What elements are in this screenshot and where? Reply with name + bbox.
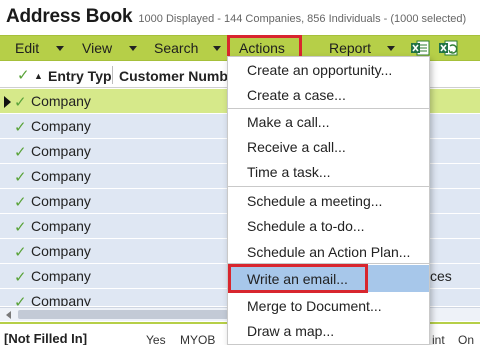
checkmark-icon[interactable]: ✓ <box>14 168 27 186</box>
menu-item-create-case[interactable]: Create a case... <box>228 82 429 107</box>
entry-type-cell: Company <box>31 293 91 307</box>
checkmark-icon[interactable]: ✓ <box>14 118 27 136</box>
checkmark-icon[interactable]: ✓ <box>14 93 27 111</box>
chevron-down-icon <box>387 45 396 51</box>
menu-divider <box>228 186 429 187</box>
window-title: Address Book <box>6 6 133 27</box>
actions-menu-label: Actions <box>239 40 285 56</box>
entry-type-cell: Company <box>31 243 91 259</box>
detail-value-c: int <box>432 333 445 345</box>
column-header-customer-number[interactable]: Customer Numbe <box>119 68 236 84</box>
checkmark-icon[interactable]: ✓ <box>14 293 27 306</box>
not-filled-in-label: [Not Filled In] <box>4 331 88 345</box>
checkmark-icon[interactable]: ✓ <box>14 218 27 236</box>
menu-item-create-opportunity[interactable]: Create an opportunity... <box>228 57 429 82</box>
excel-export-icon[interactable] <box>438 39 458 57</box>
menu-item-make-call[interactable]: Make a call... <box>228 109 429 134</box>
detail-value-b: MYOB <box>180 333 216 345</box>
current-row-pointer-icon <box>4 96 11 108</box>
scrollbar-thumb[interactable] <box>18 310 228 319</box>
menu-item-schedule-meeting[interactable]: Schedule a meeting... <box>228 188 429 213</box>
report-menu-label: Report <box>329 40 372 56</box>
checkmark-icon[interactable]: ✓ <box>14 193 27 211</box>
column-separator[interactable] <box>112 66 113 84</box>
menu-item-schedule-action-plan[interactable]: Schedule an Action Plan... <box>228 239 429 264</box>
detail-value-a: Yes <box>146 333 166 345</box>
checkmark-icon[interactable]: ✓ <box>14 143 27 161</box>
chevron-down-icon <box>213 45 222 51</box>
entry-type-cell: Company <box>31 218 91 234</box>
scroll-left-arrow-icon[interactable] <box>6 311 11 319</box>
title-bar: Address Book 1000 Displayed - 144 Compan… <box>0 0 480 34</box>
checkmark-header-icon[interactable]: ✓ <box>17 66 30 84</box>
edit-menu-button[interactable]: Edit <box>15 36 65 60</box>
record-count-summary: 1000 Displayed - 144 Companies, 856 Indi… <box>138 13 467 25</box>
view-menu-label: View <box>82 40 113 56</box>
entry-type-cell: Company <box>31 118 91 134</box>
entry-type-cell: Company <box>31 193 91 209</box>
chevron-down-icon <box>129 45 138 51</box>
search-menu-label: Search <box>154 40 199 56</box>
excel-icon[interactable] <box>410 39 430 57</box>
search-menu-button[interactable]: Search <box>154 36 222 60</box>
menu-item-time-task[interactable]: Time a task... <box>228 159 429 184</box>
menu-item-draw-map[interactable]: Draw a map... <box>228 318 429 343</box>
chevron-down-icon <box>56 45 65 51</box>
column-header-entry-type[interactable]: Entry Typ <box>48 68 112 84</box>
view-menu-button[interactable]: View <box>82 36 138 60</box>
entry-type-cell: Company <box>31 93 91 109</box>
checkmark-icon[interactable]: ✓ <box>14 243 27 261</box>
entry-type-cell: Company <box>31 143 91 159</box>
checkmark-icon[interactable]: ✓ <box>14 268 27 286</box>
partial-cell-text: ces <box>430 268 452 284</box>
menu-item-receive-call[interactable]: Receive a call... <box>228 134 429 159</box>
entry-type-cell: Company <box>31 168 91 184</box>
edit-menu-label: Edit <box>15 40 40 56</box>
entry-type-cell: Company <box>31 268 91 284</box>
actions-dropdown-menu: Create an opportunity... Create a case..… <box>227 56 430 345</box>
menu-item-schedule-todo[interactable]: Schedule a to-do... <box>228 213 429 238</box>
sort-ascending-icon[interactable]: ▲ <box>34 71 43 81</box>
detail-value-d: On <box>458 333 475 345</box>
menu-item-merge-document[interactable]: Merge to Document... <box>228 293 429 318</box>
write-email-highlight-box <box>228 264 368 293</box>
